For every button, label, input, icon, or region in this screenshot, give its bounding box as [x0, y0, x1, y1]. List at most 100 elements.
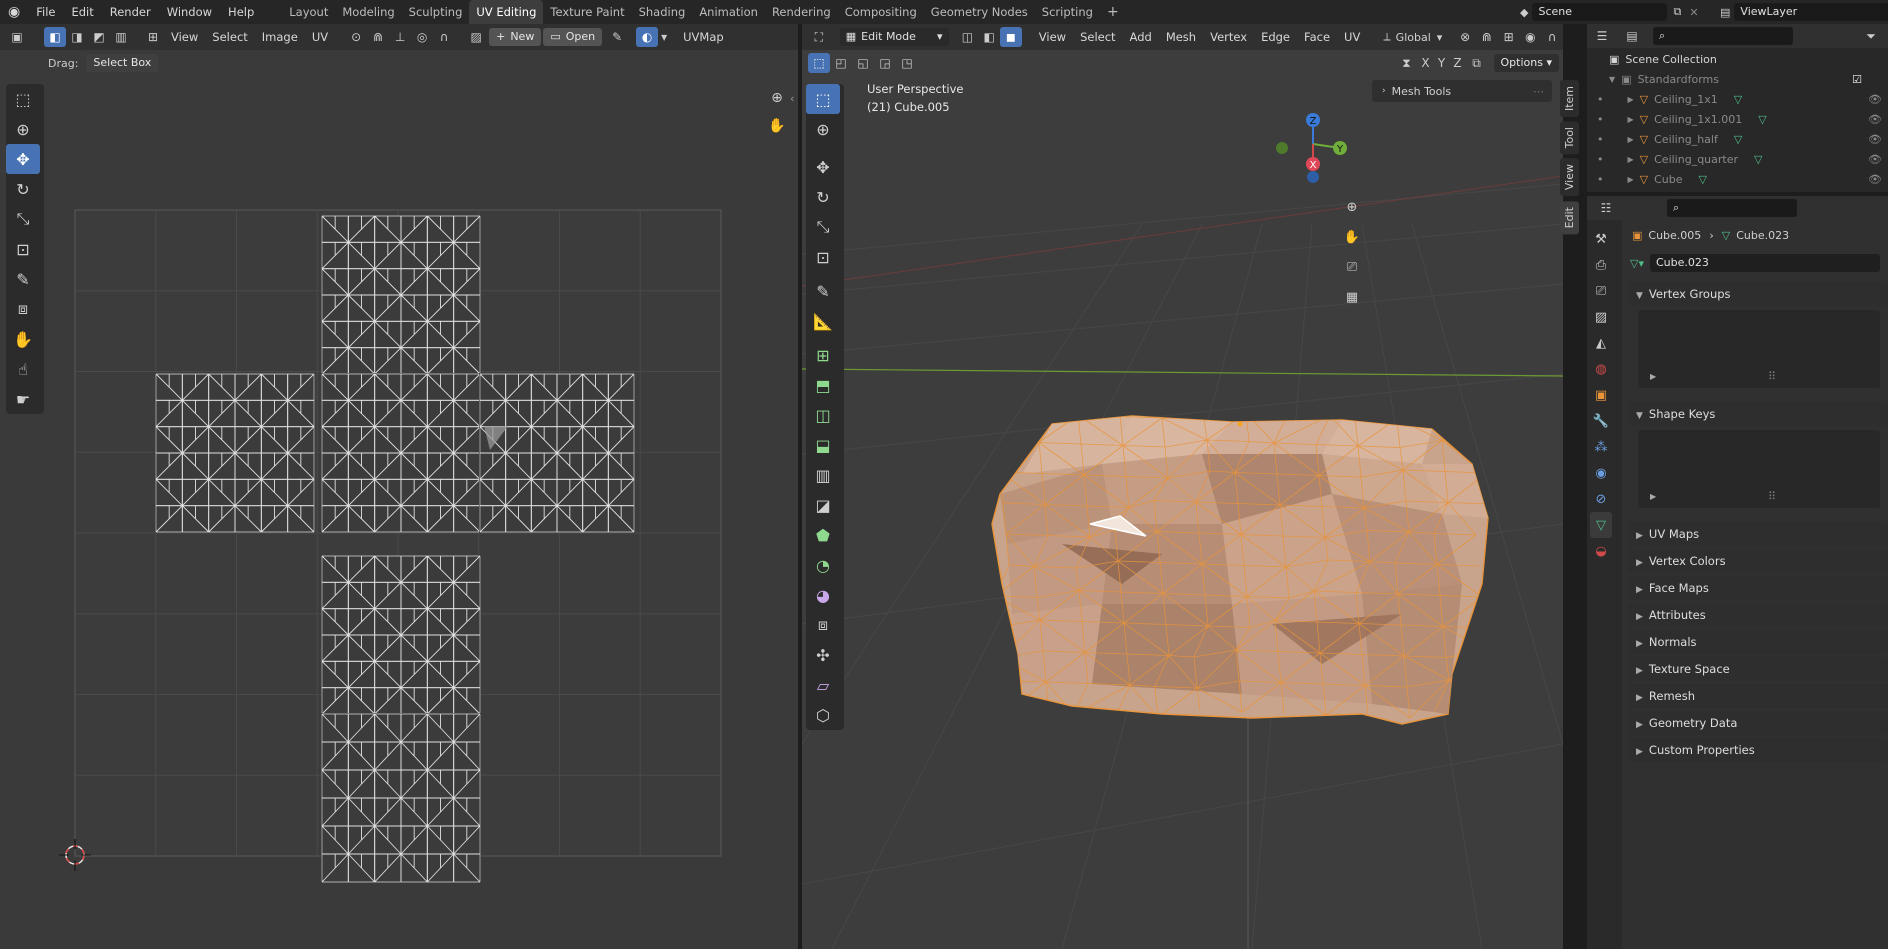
modifier-tab-icon[interactable]: 🔧	[1590, 408, 1612, 434]
menu-edit[interactable]: Edit	[63, 0, 101, 24]
smooth-tool-icon[interactable]: ◕	[806, 580, 840, 610]
viewport-canvas[interactable]	[802, 24, 1563, 949]
resize-handle-icon[interactable]: ⠿	[1768, 490, 1776, 503]
mesh-browse-icon[interactable]: ▽▾	[1630, 257, 1644, 270]
texture-space-panel[interactable]: ▶ Texture Space	[1628, 657, 1888, 681]
eye-icon[interactable]: 👁	[1868, 150, 1882, 170]
navigation-gizmo[interactable]: Z Y X	[1272, 84, 1372, 194]
checkbox-icon[interactable]: ☑	[1852, 70, 1862, 90]
cursor-tool-icon[interactable]: ⊕	[806, 114, 840, 144]
extrude-tool-icon[interactable]: ⬒	[806, 370, 840, 400]
output-tab-icon[interactable]: ⎚	[1590, 278, 1612, 304]
tab-sculpting[interactable]: Sculpting	[402, 0, 470, 24]
vertex-groups-list[interactable]: ▶ ⠿	[1638, 310, 1884, 394]
list-item[interactable]: • ▶ ▽ Ceiling_quarter ▽ 👁	[1587, 150, 1888, 170]
poly-build-tool-icon[interactable]: ⬟	[806, 520, 840, 550]
physics-tab-icon[interactable]: ◉	[1590, 460, 1612, 486]
uv-canvas[interactable]	[0, 24, 798, 949]
outliner-editor-type-icon[interactable]: ☰	[1591, 26, 1613, 46]
tool-tab-icon[interactable]: ⚒	[1590, 226, 1612, 252]
tab-layout[interactable]: Layout	[282, 0, 335, 24]
scene-collection-row[interactable]: ▣ Scene Collection	[1587, 50, 1888, 70]
tab-texture-paint[interactable]: Texture Paint	[543, 0, 631, 24]
spin-tool-icon[interactable]: ◔	[806, 550, 840, 580]
menu-render[interactable]: Render	[102, 0, 159, 24]
attributes-panel[interactable]: ▶ Attributes	[1628, 603, 1888, 627]
tab-animation[interactable]: Animation	[692, 0, 765, 24]
menu-help[interactable]: Help	[220, 0, 262, 24]
scene-name-field[interactable]: Scene	[1532, 3, 1668, 21]
blender-logo-icon[interactable]: ◉	[0, 0, 28, 24]
tab-tool[interactable]: Tool	[1560, 121, 1579, 155]
measure-tool-icon[interactable]: 📐	[806, 306, 840, 336]
particles-tab-icon[interactable]: ⁂	[1590, 434, 1612, 460]
menu-file[interactable]: File	[28, 0, 63, 24]
collection-row[interactable]: ▼ ▣ Standardforms ☑	[1587, 70, 1888, 90]
rip-region-tool-icon[interactable]: ⬡	[806, 700, 840, 730]
tab-rendering[interactable]: Rendering	[765, 0, 838, 24]
resize-handle-icon[interactable]: ⠿	[1768, 370, 1776, 383]
mesh-tools-panel[interactable]: › Mesh Tools ⋯	[1372, 80, 1552, 102]
zoom-icon[interactable]: ⊕	[1339, 192, 1365, 222]
gizmo-neg-y-axis[interactable]	[1276, 142, 1288, 154]
tab-scripting[interactable]: Scripting	[1035, 0, 1100, 24]
display-mode-icon[interactable]: ▤	[1621, 26, 1643, 46]
expand-arrow-icon[interactable]: ▶	[1650, 372, 1656, 381]
bevel-tool-icon[interactable]: ⬓	[806, 430, 840, 460]
list-item[interactable]: • ▶ ▽ Ceiling_half ▽ 👁	[1587, 130, 1888, 150]
normals-panel[interactable]: ▶ Normals	[1628, 630, 1888, 654]
expand-arrow-icon[interactable]: ▶	[1628, 130, 1634, 150]
tab-edit[interactable]: Edit	[1560, 200, 1579, 234]
expand-arrow-icon[interactable]: ▶	[1628, 110, 1634, 130]
outliner-search-input[interactable]: ⌕	[1653, 27, 1793, 45]
eye-icon[interactable]: 👁	[1868, 110, 1882, 130]
menu-window[interactable]: Window	[159, 0, 220, 24]
custom-properties-panel[interactable]: ▶ Custom Properties	[1628, 738, 1888, 762]
shape-keys-list[interactable]: ▶ ⠿	[1638, 430, 1884, 514]
material-tab-icon[interactable]: ◒	[1590, 538, 1612, 564]
move-tool-icon[interactable]: ✥	[806, 152, 840, 182]
copy-scene-icon[interactable]: ⧉	[1673, 5, 1681, 19]
loop-cut-tool-icon[interactable]: ▥	[806, 460, 840, 490]
gizmo-neg-z-axis[interactable]	[1307, 171, 1319, 183]
add-workspace-button[interactable]: +	[1100, 0, 1126, 24]
view-layer-tab-icon[interactable]: ▨	[1590, 304, 1612, 330]
tab-item[interactable]: Item	[1560, 80, 1579, 118]
tab-compositing[interactable]: Compositing	[838, 0, 924, 24]
shear-tool-icon[interactable]: ▱	[806, 670, 840, 700]
drag-handle-icon[interactable]: ⋯	[1533, 85, 1544, 98]
scene-tab-icon[interactable]: ◭	[1590, 330, 1612, 356]
expand-arrow-icon[interactable]: ▶	[1628, 170, 1634, 190]
constraints-tab-icon[interactable]: ⊘	[1590, 486, 1612, 512]
edit-mesh-cube-005[interactable]	[991, 412, 1490, 725]
mesh-name-field[interactable]: Cube.023	[1649, 254, 1880, 272]
shrink-fatten-tool-icon[interactable]: ✣	[806, 640, 840, 670]
transform-tool-icon[interactable]: ⊡	[806, 242, 840, 272]
vertex-colors-panel[interactable]: ▶ Vertex Colors	[1628, 549, 1888, 573]
vertex-groups-panel[interactable]: ▼ Vertex Groups	[1628, 282, 1888, 306]
properties-editor-type-icon[interactable]: ☷	[1595, 198, 1617, 218]
expand-arrow-icon[interactable]: ▶	[1628, 150, 1634, 170]
eye-icon[interactable]: 👁	[1868, 130, 1882, 150]
eye-icon[interactable]: 👁	[1868, 170, 1882, 190]
geometry-data-panel[interactable]: ▶ Geometry Data	[1628, 711, 1888, 735]
face-maps-panel[interactable]: ▶ Face Maps	[1628, 576, 1888, 600]
list-item[interactable]: • ▶ ▽ Ceiling_1x1 ▽ 👁	[1587, 90, 1888, 110]
data-tab-icon[interactable]: ▽	[1590, 512, 1612, 538]
filter-icon[interactable]: ⏷	[1860, 26, 1882, 46]
render-tab-icon[interactable]: ⎙	[1590, 252, 1612, 278]
tab-modeling[interactable]: Modeling	[335, 0, 401, 24]
object-tab-icon[interactable]: ▣	[1590, 382, 1612, 408]
expand-arrow-icon[interactable]: ▼	[1609, 70, 1615, 90]
knife-tool-icon[interactable]: ◪	[806, 490, 840, 520]
close-scene-icon[interactable]: ✕	[1689, 6, 1698, 19]
ortho-grid-icon[interactable]: ▦	[1339, 282, 1365, 312]
edge-slide-tool-icon[interactable]: ⧈	[806, 610, 840, 640]
rotate-tool-icon[interactable]: ↻	[806, 182, 840, 212]
world-tab-icon[interactable]: ◍	[1590, 356, 1612, 382]
uv-maps-panel[interactable]: ▶ UV Maps	[1628, 522, 1888, 546]
list-item[interactable]: • ▶ ▽ Ceiling_1x1.001 ▽ 👁	[1587, 110, 1888, 130]
inset-tool-icon[interactable]: ◫	[806, 400, 840, 430]
annotate-tool-icon[interactable]: ✎	[806, 276, 840, 306]
camera-icon[interactable]: ⎚	[1339, 252, 1365, 282]
